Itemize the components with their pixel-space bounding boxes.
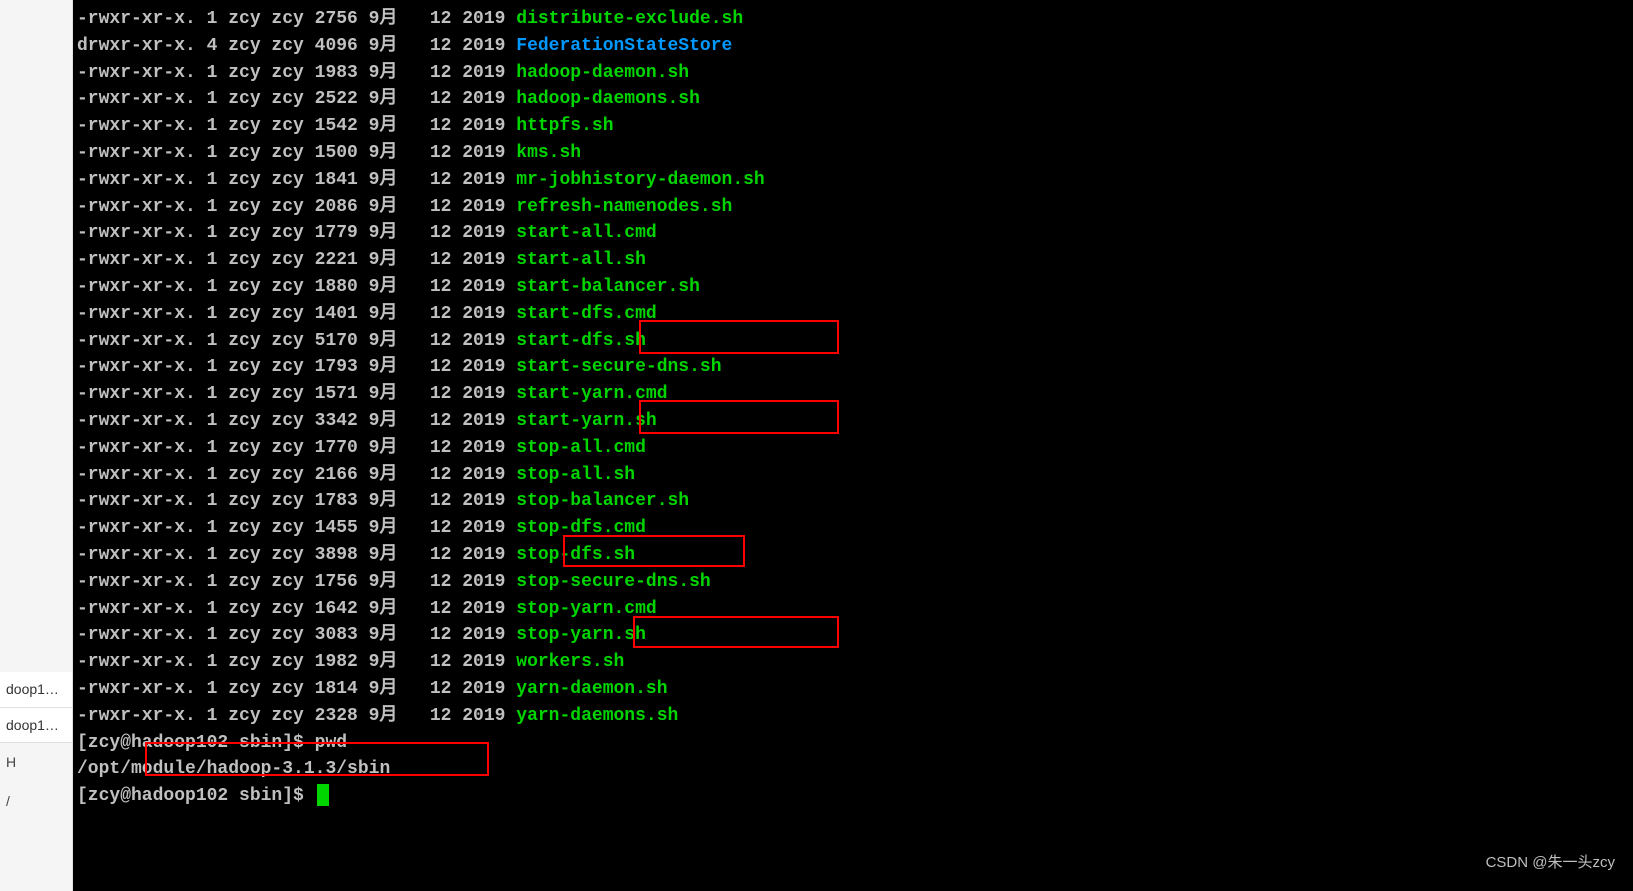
file-row: -rwxr-xr-x. 1 zcy zcy 1500 9月 12 2019 km… (77, 140, 1629, 167)
file-name: yarn-daemon.sh (516, 679, 667, 699)
file-name: stop-yarn.cmd (516, 599, 656, 619)
file-row: -rwxr-xr-x. 1 zcy zcy 1455 9月 12 2019 st… (77, 515, 1629, 542)
file-row: -rwxr-xr-x. 1 zcy zcy 1642 9月 12 2019 st… (77, 596, 1629, 623)
file-row: -rwxr-xr-x. 1 zcy zcy 2086 9月 12 2019 re… (77, 194, 1629, 221)
file-name: stop-all.sh (516, 465, 635, 485)
file-name: start-yarn.cmd (516, 384, 667, 404)
file-row: -rwxr-xr-x. 1 zcy zcy 1401 9月 12 2019 st… (77, 301, 1629, 328)
file-name: kms.sh (516, 143, 581, 163)
shell-prompt: [zcy@hadoop102 sbin]$ pwd (77, 730, 1629, 757)
file-name: start-dfs.cmd (516, 304, 656, 324)
session-tab[interactable]: doop1… (0, 708, 72, 744)
file-name: start-dfs.sh (516, 331, 646, 351)
file-name: stop-all.cmd (516, 438, 646, 458)
file-name: hadoop-daemon.sh (516, 63, 689, 83)
file-name: yarn-daemons.sh (516, 706, 678, 726)
file-name: distribute-exclude.sh (516, 9, 743, 29)
file-name: refresh-namenodes.sh (516, 197, 732, 217)
shell-prompt: [zcy@hadoop102 sbin]$ (77, 783, 1629, 810)
file-row: -rwxr-xr-x. 1 zcy zcy 2328 9月 12 2019 ya… (77, 703, 1629, 730)
session-tab[interactable]: doop1… (0, 672, 72, 708)
file-name: FederationStateStore (516, 36, 732, 56)
file-name: stop-yarn.sh (516, 625, 646, 645)
file-row: -rwxr-xr-x. 1 zcy zcy 1880 9月 12 2019 st… (77, 274, 1629, 301)
file-name: start-secure-dns.sh (516, 357, 721, 377)
file-name: stop-secure-dns.sh (516, 572, 710, 592)
file-row: -rwxr-xr-x. 1 zcy zcy 2166 9月 12 2019 st… (77, 462, 1629, 489)
file-row: -rwxr-xr-x. 1 zcy zcy 2522 9月 12 2019 ha… (77, 86, 1629, 113)
file-row: -rwxr-xr-x. 1 zcy zcy 1756 9月 12 2019 st… (77, 569, 1629, 596)
file-row: -rwxr-xr-x. 1 zcy zcy 3342 9月 12 2019 st… (77, 408, 1629, 435)
watermark: CSDN @朱一头zcy (1486, 850, 1615, 877)
file-row: -rwxr-xr-x. 1 zcy zcy 2221 9月 12 2019 st… (77, 247, 1629, 274)
file-name: start-balancer.sh (516, 277, 700, 297)
file-row: -rwxr-xr-x. 1 zcy zcy 3083 9月 12 2019 st… (77, 622, 1629, 649)
file-name: start-all.sh (516, 250, 646, 270)
file-name: hadoop-daemons.sh (516, 89, 700, 109)
file-row: -rwxr-xr-x. 1 zcy zcy 1841 9月 12 2019 mr… (77, 167, 1629, 194)
file-row: drwxr-xr-x. 4 zcy zcy 4096 9月 12 2019 Fe… (77, 33, 1629, 60)
file-row: -rwxr-xr-x. 1 zcy zcy 1793 9月 12 2019 st… (77, 354, 1629, 381)
file-row: -rwxr-xr-x. 1 zcy zcy 2756 9月 12 2019 di… (77, 6, 1629, 33)
terminal[interactable]: -rwxr-xr-x. 1 zcy zcy 2756 9月 12 2019 di… (73, 0, 1633, 891)
file-row: -rwxr-xr-x. 1 zcy zcy 1779 9月 12 2019 st… (77, 220, 1629, 247)
sidebar-letter: H (0, 743, 72, 782)
file-row: -rwxr-xr-x. 1 zcy zcy 5170 9月 12 2019 st… (77, 328, 1629, 355)
file-name: start-yarn.sh (516, 411, 656, 431)
file-row: -rwxr-xr-x. 1 zcy zcy 1983 9月 12 2019 ha… (77, 60, 1629, 87)
file-name: start-all.cmd (516, 223, 656, 243)
sidebar: doop1… doop1… H / (0, 0, 73, 891)
file-row: -rwxr-xr-x. 1 zcy zcy 1814 9月 12 2019 ya… (77, 676, 1629, 703)
file-name: httpfs.sh (516, 116, 613, 136)
file-row: -rwxr-xr-x. 1 zcy zcy 1542 9月 12 2019 ht… (77, 113, 1629, 140)
pwd-output: /opt/module/hadoop-3.1.3/sbin (77, 756, 1629, 783)
file-row: -rwxr-xr-x. 1 zcy zcy 1571 9月 12 2019 st… (77, 381, 1629, 408)
file-name: mr-jobhistory-daemon.sh (516, 170, 764, 190)
file-row: -rwxr-xr-x. 1 zcy zcy 3898 9月 12 2019 st… (77, 542, 1629, 569)
cursor-icon (317, 784, 329, 806)
file-row: -rwxr-xr-x. 1 zcy zcy 1783 9月 12 2019 st… (77, 488, 1629, 515)
file-row: -rwxr-xr-x. 1 zcy zcy 1982 9月 12 2019 wo… (77, 649, 1629, 676)
file-row: -rwxr-xr-x. 1 zcy zcy 1770 9月 12 2019 st… (77, 435, 1629, 462)
file-name: stop-dfs.cmd (516, 518, 646, 538)
file-name: stop-balancer.sh (516, 491, 689, 511)
file-name: stop-dfs.sh (516, 545, 635, 565)
file-name: workers.sh (516, 652, 624, 672)
sidebar-letter: / (0, 782, 72, 821)
